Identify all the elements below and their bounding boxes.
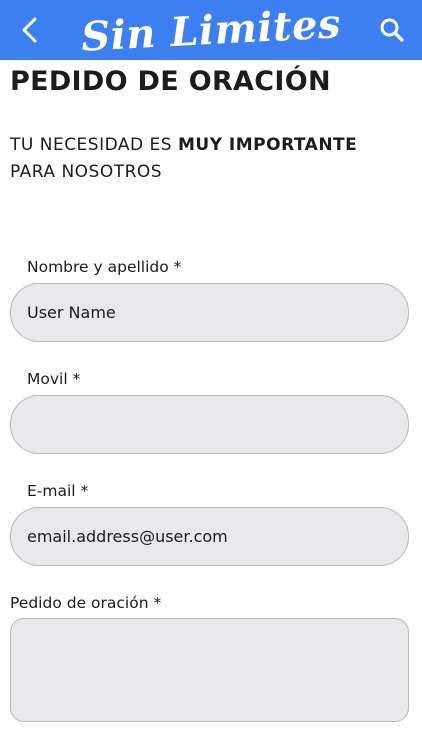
- page-title: PEDIDO DE ORACIÓN: [10, 66, 331, 97]
- mobile-label: Movil *: [27, 370, 81, 388]
- page-subtitle: TU NECESIDAD ES MUY IMPORTANTE PARA NOSO…: [10, 132, 405, 186]
- email-field[interactable]: email.address@user.com: [10, 507, 409, 566]
- request-textarea[interactable]: [10, 618, 409, 722]
- brand-logo: Sin Limites: [80, 0, 342, 61]
- top-bar: Sin Limites: [0, 0, 422, 60]
- subtitle-text-end: PARA NOSOTROS: [10, 162, 163, 182]
- subtitle-text-start: TU NECESIDAD ES: [10, 135, 178, 155]
- request-label: Pedido de oración *: [10, 594, 162, 612]
- name-value: User Name: [27, 303, 116, 322]
- search-button[interactable]: [374, 12, 410, 48]
- email-label: E-mail *: [27, 482, 89, 500]
- search-icon: [380, 18, 404, 42]
- back-button[interactable]: [12, 12, 48, 48]
- email-value: email.address@user.com: [27, 527, 228, 546]
- mobile-field[interactable]: [10, 395, 409, 454]
- name-label: Nombre y apellido *: [27, 258, 182, 276]
- name-field[interactable]: User Name: [10, 283, 409, 342]
- subtitle-emphasis: MUY IMPORTANTE: [177, 135, 358, 155]
- chevron-left-icon: [22, 17, 37, 43]
